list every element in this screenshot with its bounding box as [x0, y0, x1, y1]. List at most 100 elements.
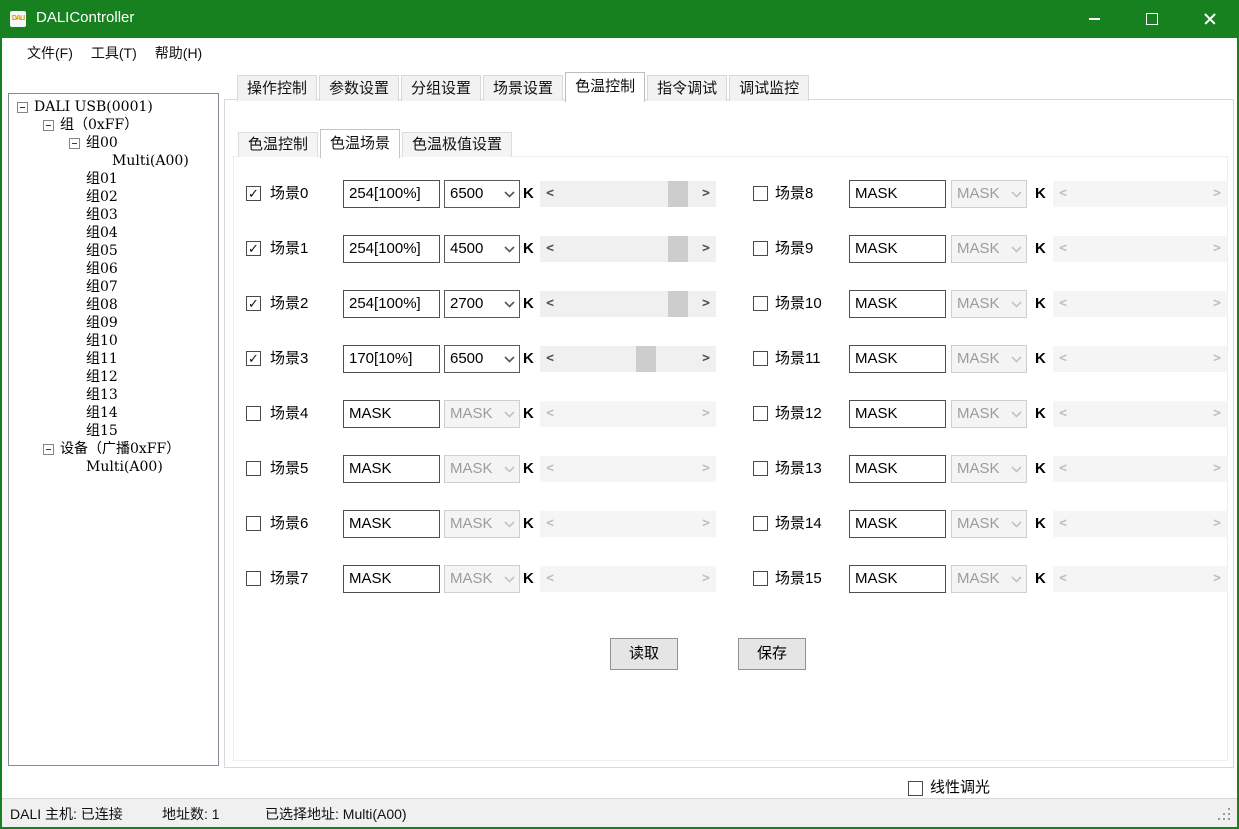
- scroll-left-arrow[interactable]: <: [1055, 236, 1071, 262]
- scrollbar-thumb[interactable]: [668, 291, 688, 317]
- tree-item[interactable]: 组11: [9, 350, 218, 368]
- tab-2[interactable]: 分组设置: [401, 75, 481, 101]
- scroll-left-arrow[interactable]: <: [542, 236, 558, 262]
- subtab-2[interactable]: 色温极值设置: [402, 132, 512, 157]
- scroll-left-arrow[interactable]: <: [1055, 291, 1071, 317]
- linear-dim-option[interactable]: 线性调光: [908, 778, 990, 798]
- brightness-scrollbar[interactable]: <>: [1053, 456, 1227, 482]
- scene-cct-combobox[interactable]: MASK: [444, 400, 520, 428]
- scene-cct-combobox[interactable]: 6500: [444, 180, 520, 208]
- scene-cct-combobox[interactable]: MASK: [444, 565, 520, 593]
- scene-checkbox[interactable]: [753, 351, 768, 366]
- scrollbar-thumb[interactable]: [668, 181, 688, 207]
- brightness-scrollbar[interactable]: <>: [540, 456, 716, 482]
- tree-item[interactable]: 组06: [9, 260, 218, 278]
- scroll-right-arrow[interactable]: >: [1209, 291, 1225, 317]
- scroll-left-arrow[interactable]: <: [542, 456, 558, 482]
- scene-level-input[interactable]: MASK: [343, 565, 440, 593]
- save-button[interactable]: 保存: [738, 638, 806, 670]
- tree-expander-icon[interactable]: [17, 102, 28, 113]
- tab-3[interactable]: 场景设置: [483, 75, 563, 101]
- read-button[interactable]: 读取: [610, 638, 678, 670]
- scene-cct-combobox[interactable]: 2700: [444, 290, 520, 318]
- scene-level-input[interactable]: MASK: [849, 290, 946, 318]
- scene-level-input[interactable]: MASK: [849, 345, 946, 373]
- maximize-button[interactable]: [1129, 0, 1175, 38]
- brightness-scrollbar[interactable]: <>: [540, 291, 716, 317]
- scene-level-input[interactable]: MASK: [849, 565, 946, 593]
- menu-item-0[interactable]: 文件(F): [18, 38, 82, 68]
- scroll-right-arrow[interactable]: >: [1209, 346, 1225, 372]
- brightness-scrollbar[interactable]: <>: [540, 346, 716, 372]
- tree-item[interactable]: 组07: [9, 278, 218, 296]
- scroll-left-arrow[interactable]: <: [542, 346, 558, 372]
- tree-item[interactable]: 组（0xFF）: [9, 116, 218, 134]
- tree-item[interactable]: DALI USB(0001): [9, 98, 218, 116]
- scroll-left-arrow[interactable]: <: [1055, 456, 1071, 482]
- brightness-scrollbar[interactable]: <>: [1053, 181, 1227, 207]
- scroll-left-arrow[interactable]: <: [542, 291, 558, 317]
- scrollbar-thumb[interactable]: [636, 346, 656, 372]
- scroll-left-arrow[interactable]: <: [1055, 401, 1071, 427]
- scene-checkbox[interactable]: [753, 296, 768, 311]
- scene-cct-combobox[interactable]: 4500: [444, 235, 520, 263]
- brightness-scrollbar[interactable]: <>: [1053, 566, 1227, 592]
- tree-item[interactable]: 设备（广播0xFF）: [9, 440, 218, 458]
- tree-item[interactable]: 组00: [9, 134, 218, 152]
- tree-item[interactable]: 组08: [9, 296, 218, 314]
- scene-checkbox[interactable]: ✓: [246, 241, 261, 256]
- scene-cct-combobox[interactable]: MASK: [951, 345, 1027, 373]
- brightness-scrollbar[interactable]: <>: [540, 236, 716, 262]
- tab-0[interactable]: 操作控制: [237, 75, 317, 101]
- brightness-scrollbar[interactable]: <>: [1053, 291, 1227, 317]
- scene-cct-combobox[interactable]: 6500: [444, 345, 520, 373]
- scroll-right-arrow[interactable]: >: [1209, 236, 1225, 262]
- scene-level-input[interactable]: MASK: [343, 400, 440, 428]
- scene-checkbox[interactable]: ✓: [246, 186, 261, 201]
- tree-expander-icon[interactable]: [69, 138, 80, 149]
- scene-level-input[interactable]: MASK: [343, 455, 440, 483]
- tab-6[interactable]: 调试监控: [729, 75, 809, 101]
- scene-level-input[interactable]: 254[100%]: [343, 290, 440, 318]
- tree-item[interactable]: Multi(A00): [9, 458, 218, 476]
- scroll-right-arrow[interactable]: >: [698, 291, 714, 317]
- scene-cct-combobox[interactable]: MASK: [951, 510, 1027, 538]
- tab-1[interactable]: 参数设置: [319, 75, 399, 101]
- titlebar[interactable]: DALI DALIController: [0, 0, 1239, 38]
- tree-item[interactable]: 组10: [9, 332, 218, 350]
- scroll-left-arrow[interactable]: <: [1055, 511, 1071, 537]
- scene-checkbox[interactable]: ✓: [246, 351, 261, 366]
- scene-checkbox[interactable]: [753, 461, 768, 476]
- scroll-right-arrow[interactable]: >: [698, 566, 714, 592]
- scroll-left-arrow[interactable]: <: [542, 566, 558, 592]
- scrollbar-thumb[interactable]: [668, 236, 688, 262]
- scroll-left-arrow[interactable]: <: [1055, 346, 1071, 372]
- scroll-right-arrow[interactable]: >: [698, 401, 714, 427]
- scene-checkbox[interactable]: [753, 516, 768, 531]
- scroll-right-arrow[interactable]: >: [1209, 401, 1225, 427]
- scene-checkbox[interactable]: [753, 186, 768, 201]
- scene-level-input[interactable]: MASK: [849, 235, 946, 263]
- tree-item[interactable]: 组14: [9, 404, 218, 422]
- tree-item[interactable]: 组03: [9, 206, 218, 224]
- brightness-scrollbar[interactable]: <>: [540, 181, 716, 207]
- scene-level-input[interactable]: 170[10%]: [343, 345, 440, 373]
- scene-checkbox[interactable]: [246, 406, 261, 421]
- tree-item[interactable]: 组02: [9, 188, 218, 206]
- scroll-right-arrow[interactable]: >: [1209, 181, 1225, 207]
- brightness-scrollbar[interactable]: <>: [1053, 511, 1227, 537]
- menu-item-2[interactable]: 帮助(H): [146, 38, 211, 68]
- scene-cct-combobox[interactable]: MASK: [951, 400, 1027, 428]
- scene-level-input[interactable]: 254[100%]: [343, 180, 440, 208]
- scroll-right-arrow[interactable]: >: [698, 236, 714, 262]
- brightness-scrollbar[interactable]: <>: [1053, 401, 1227, 427]
- tree-item[interactable]: 组15: [9, 422, 218, 440]
- scroll-right-arrow[interactable]: >: [1209, 566, 1225, 592]
- scene-cct-combobox[interactable]: MASK: [951, 565, 1027, 593]
- tree-item[interactable]: Multi(A00): [9, 152, 218, 170]
- scene-cct-combobox[interactable]: MASK: [444, 455, 520, 483]
- tree-item[interactable]: 组05: [9, 242, 218, 260]
- tab-4[interactable]: 色温控制: [565, 72, 645, 102]
- scroll-right-arrow[interactable]: >: [698, 346, 714, 372]
- scene-checkbox[interactable]: [246, 571, 261, 586]
